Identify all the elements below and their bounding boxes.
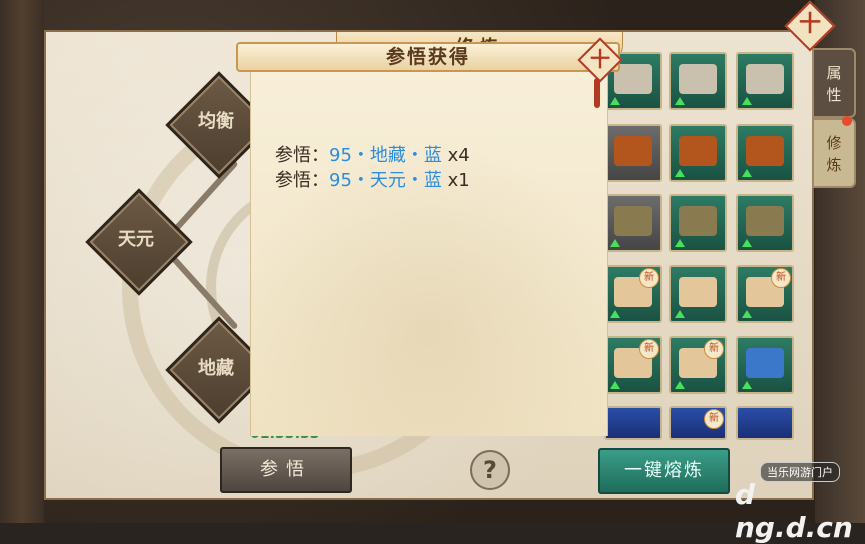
item-slot[interactable]: 新: [736, 265, 794, 323]
reward-modal-title-banner: 参悟获得: [236, 42, 620, 72]
reward-prefix: 参悟：: [275, 170, 329, 191]
close-icon: 十: [798, 12, 821, 37]
watermark-logo: d ng.d.cn: [735, 478, 853, 544]
item-slot[interactable]: [736, 52, 794, 110]
upgrade-arrow-icon: [742, 381, 752, 389]
scroll-icon: [614, 136, 652, 166]
upgrade-arrow-icon: [675, 381, 685, 389]
reward-count: x1: [447, 170, 470, 191]
upgrade-arrow-icon: [675, 239, 685, 247]
book-icon: [614, 206, 652, 236]
tab-attributes[interactable]: 属性: [812, 48, 856, 118]
upgrade-arrow-icon: [742, 97, 752, 105]
upgrade-arrow-icon: [742, 239, 752, 247]
upgrade-arrow-icon: [742, 169, 752, 177]
help-button[interactable]: ?: [470, 450, 510, 490]
canwu-button[interactable]: 参悟: [220, 447, 352, 493]
item-slot[interactable]: 新: [669, 406, 727, 440]
upgrade-arrow-icon: [675, 310, 685, 318]
tab-cultivation-label: 修炼: [826, 134, 842, 174]
new-badge: 新: [771, 268, 791, 288]
book-icon: [679, 206, 717, 236]
scroll-icon: [746, 136, 784, 166]
scroll-icon: [679, 136, 717, 166]
item-slot[interactable]: [669, 52, 727, 110]
new-badge: 新: [639, 268, 659, 288]
upgrade-arrow-icon: [675, 97, 685, 105]
item-slot[interactable]: [736, 406, 794, 440]
tab-attributes-label: 属性: [826, 64, 842, 104]
reward-modal: [250, 70, 608, 436]
upgrade-arrow-icon: [610, 239, 620, 247]
item-slot[interactable]: 新: [604, 336, 662, 394]
item-slot[interactable]: [669, 194, 727, 252]
book-icon: [746, 348, 784, 378]
upgrade-arrow-icon: [610, 381, 620, 389]
reward-item: 95・天元・蓝: [329, 170, 442, 191]
book-icon: [679, 277, 717, 307]
scroll-icon: [746, 64, 784, 94]
new-badge: 新: [639, 339, 659, 359]
new-badge: 新: [704, 409, 724, 429]
upgrade-arrow-icon: [675, 169, 685, 177]
item-slot[interactable]: [736, 194, 794, 252]
scroll-icon: [679, 64, 717, 94]
one-click-smelt-button[interactable]: 一键熔炼: [598, 448, 730, 494]
item-slot[interactable]: [604, 406, 662, 440]
item-slot[interactable]: [736, 336, 794, 394]
item-slot[interactable]: [604, 124, 662, 182]
node-dizang-label: 地藏: [198, 358, 234, 379]
new-badge: 新: [704, 339, 724, 359]
item-slot[interactable]: 新: [604, 265, 662, 323]
tassel-decoration: [594, 78, 600, 108]
item-slot[interactable]: [736, 124, 794, 182]
upgrade-arrow-icon: [742, 310, 752, 318]
upgrade-arrow-icon: [610, 310, 620, 318]
item-slot[interactable]: [669, 124, 727, 182]
reward-line: 参悟：95・地藏・蓝 x4: [275, 141, 470, 167]
reward-line: 参悟：95・天元・蓝 x1: [275, 166, 470, 192]
tab-cultivation[interactable]: 修炼: [812, 116, 856, 188]
node-tianyuan-label: 天元: [118, 229, 154, 250]
reward-item: 95・地藏・蓝: [329, 145, 442, 166]
item-slot[interactable]: [604, 194, 662, 252]
reward-modal-title: 参悟获得: [385, 46, 470, 68]
notification-dot-icon: [842, 116, 852, 126]
left-scene-strip: [0, 0, 44, 523]
item-slot[interactable]: 新: [669, 336, 727, 394]
upgrade-arrow-icon: [610, 97, 620, 105]
reward-prefix: 参悟：: [275, 145, 329, 166]
reward-count: x4: [447, 145, 470, 166]
close-icon: 十: [590, 47, 610, 71]
node-junheng-label: 均衡: [198, 111, 234, 132]
item-slot[interactable]: [669, 265, 727, 323]
book-icon: [746, 206, 784, 236]
